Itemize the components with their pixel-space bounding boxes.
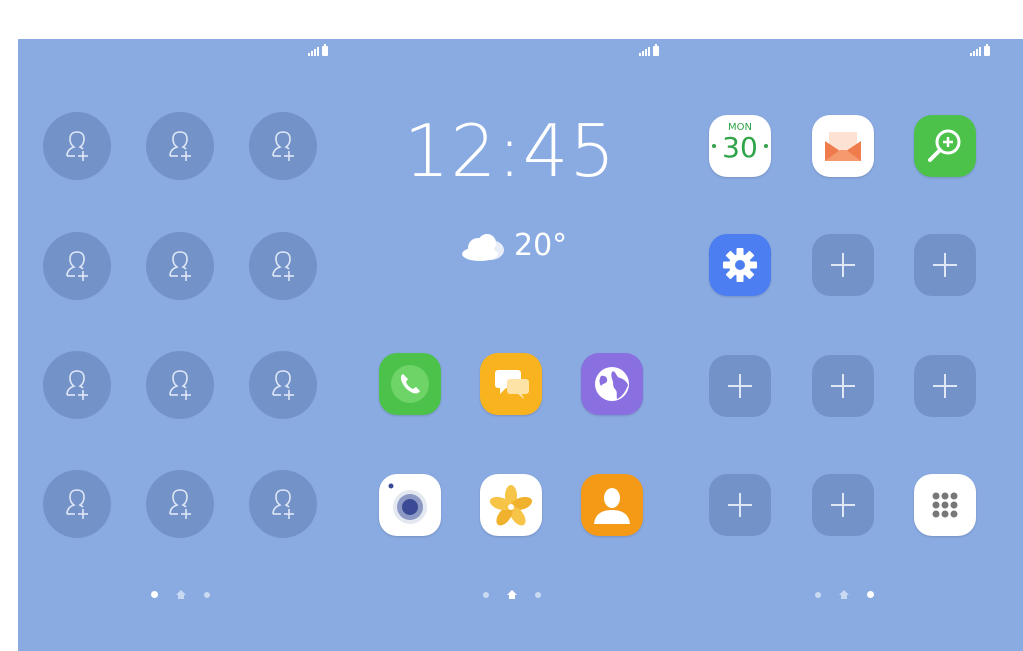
calendar-day: 30 (722, 131, 758, 164)
signal-icon (308, 47, 319, 56)
signal-icon (970, 47, 981, 56)
page-dot[interactable] (204, 591, 210, 598)
messages-icon (495, 370, 529, 399)
phone-icon (391, 365, 429, 403)
add-contact-shortcut[interactable] (146, 470, 214, 538)
add-contact-shortcut[interactable] (146, 351, 214, 419)
plus-icon (831, 253, 855, 277)
add-app-slot[interactable] (812, 234, 874, 296)
clock-widget[interactable]: 12:45 (400, 108, 620, 194)
add-contact-shortcut[interactable] (249, 232, 317, 300)
add-person-icon (169, 131, 191, 161)
email-icon (825, 132, 861, 161)
add-contact-shortcut[interactable] (43, 470, 111, 538)
phone-app[interactable] (379, 353, 441, 415)
add-contact-shortcut[interactable] (43, 112, 111, 180)
add-contact-shortcut[interactable] (43, 351, 111, 419)
page-dot[interactable] (151, 591, 158, 598)
home-page-icon[interactable] (176, 590, 186, 599)
add-contact-shortcut[interactable] (249, 470, 317, 538)
home-page-icon[interactable] (507, 590, 517, 599)
signal-icon (639, 47, 650, 56)
finder-app[interactable] (914, 115, 976, 177)
gallery-app[interactable] (480, 474, 542, 536)
apps-drawer-button[interactable] (914, 474, 976, 536)
plus-icon (933, 253, 957, 277)
battery-icon (653, 44, 659, 56)
internet-app[interactable] (581, 353, 643, 415)
page-indicator-right[interactable] (815, 590, 874, 599)
calendar-app[interactable]: MON 30 (709, 115, 771, 177)
email-app[interactable] (812, 115, 874, 177)
settings-app[interactable] (709, 234, 771, 296)
plus-icon (933, 374, 957, 398)
plus-icon (728, 493, 752, 517)
add-person-icon (272, 251, 294, 281)
gear-icon (723, 248, 757, 282)
add-contact-shortcut[interactable] (249, 112, 317, 180)
battery-icon (322, 44, 328, 56)
cloud-icon (462, 233, 504, 261)
add-app-slot[interactable] (914, 355, 976, 417)
add-person-icon (272, 370, 294, 400)
search-zoom-icon (928, 129, 961, 162)
add-person-icon (66, 489, 88, 519)
add-person-icon (272, 489, 294, 519)
camera-icon (388, 483, 427, 524)
weather-widget[interactable]: 20° (460, 228, 567, 263)
plus-icon (728, 374, 752, 398)
add-person-icon (66, 131, 88, 161)
add-person-icon (66, 251, 88, 281)
gallery-flower-icon (489, 485, 533, 526)
contacts-app[interactable] (581, 474, 643, 536)
add-contact-shortcut[interactable] (146, 112, 214, 180)
add-person-icon (272, 131, 294, 161)
page-dot[interactable] (483, 591, 489, 598)
add-app-slot[interactable] (709, 474, 771, 536)
plus-icon (831, 374, 855, 398)
add-app-slot[interactable] (812, 474, 874, 536)
add-app-slot[interactable] (812, 355, 874, 417)
add-app-slot[interactable] (709, 355, 771, 417)
camera-app[interactable] (379, 474, 441, 536)
temperature-label: 20° (514, 228, 568, 263)
plus-icon (831, 493, 855, 517)
add-person-icon (169, 370, 191, 400)
contacts-icon (594, 488, 630, 524)
page-dot[interactable] (867, 591, 874, 598)
status-bar-center (639, 44, 659, 56)
messages-app[interactable] (480, 353, 542, 415)
apps-grid-icon (932, 492, 958, 518)
page-dot[interactable] (815, 591, 821, 598)
add-person-icon (169, 251, 191, 281)
add-contact-shortcut[interactable] (249, 351, 317, 419)
page-dot[interactable] (535, 591, 541, 598)
status-bar-left (308, 44, 328, 56)
add-person-icon (66, 370, 88, 400)
add-app-slot[interactable] (914, 234, 976, 296)
page-indicator-center[interactable] (483, 590, 541, 599)
add-person-icon (169, 489, 191, 519)
battery-icon (984, 44, 990, 56)
home-page-icon[interactable] (839, 590, 849, 599)
globe-icon (595, 367, 629, 401)
status-bar-right (970, 44, 990, 56)
add-contact-shortcut[interactable] (43, 232, 111, 300)
page-indicator-left[interactable] (151, 590, 210, 599)
add-contact-shortcut[interactable] (146, 232, 214, 300)
